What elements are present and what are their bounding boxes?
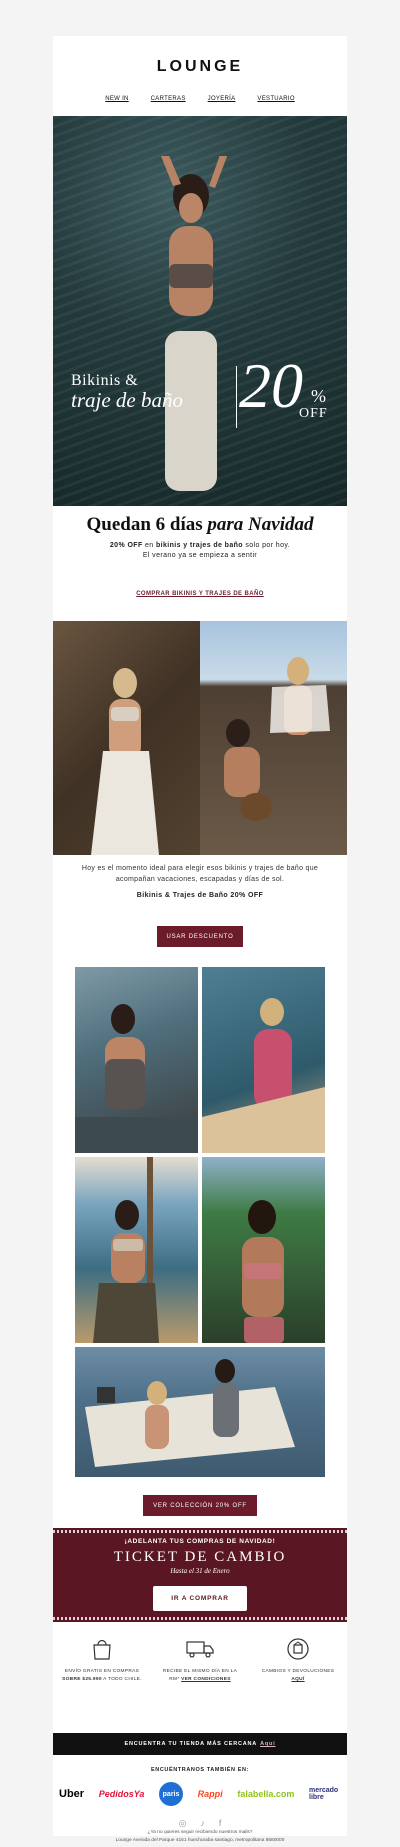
store-link[interactable]: Aquí (260, 1741, 275, 1747)
grid-photo-4[interactable] (202, 1157, 325, 1343)
grid-photo-4-illustration (242, 1200, 284, 1343)
social-links: ◎ ♪ f (53, 1818, 347, 1829)
ticket-top-text: ¡ADELANTA TUS COMPRAS DE NAVIDAD! (124, 1538, 276, 1545)
headline-italic: para Navidad (207, 514, 314, 535)
sub-line2: El verano ya se empieza a sentir (142, 552, 258, 559)
sub-part1: 20% OFF (109, 542, 143, 549)
footer: ¿Ya no quieres seguir recibiendo nuestro… (53, 1829, 347, 1845)
gift-ticket-banner: ¡ADELANTA TUS COMPRAS DE NAVIDAD! TICKET… (53, 1528, 347, 1622)
sub-part2: en (145, 542, 154, 549)
facebook-icon[interactable]: f (219, 1818, 222, 1829)
shop-bikinis-link[interactable]: COMPRAR BIKINIS Y TRAJES DE BAÑO (53, 591, 347, 597)
hero-model-image (161, 156, 228, 491)
benefit1-bold: SOBRE $25.990 (62, 1677, 102, 1682)
nav-item-new-in[interactable]: NEW IN (105, 96, 128, 102)
partner-rappi[interactable]: Rappi (198, 1789, 223, 1799)
hero-headline: Bikinis & traje de baño (71, 372, 183, 413)
footer-address: Lounge Avenida del Parque 4161 huechurab… (115, 1838, 285, 1843)
go-shop-label: IR A COMPRAR (171, 1595, 229, 1602)
view-collection-button[interactable]: VER COLECCIÓN 20% OFF (143, 1495, 257, 1516)
hero-percent-sign: % (311, 386, 326, 406)
top-nav: NEW IN CARTERAS JOYERÍA VESTUARIO (53, 96, 347, 102)
partner-uber[interactable]: Uber (59, 1788, 84, 1800)
store-locator-bar: ENCUENTRA TU TIENDA MÁS CERCANA Aquí (53, 1733, 347, 1755)
nav-item-vestuario[interactable]: VESTUARIO (257, 96, 294, 102)
grid-photo-1[interactable] (75, 967, 198, 1153)
sub-part4: solo por hoy. (245, 542, 291, 549)
ticket-edge-top (53, 1530, 347, 1533)
hero-line2: traje de baño (71, 388, 183, 412)
grid-photo-2[interactable] (202, 967, 325, 1153)
benefit3-link[interactable]: AQUÍ (291, 1677, 304, 1682)
grid-photo-1-illustration (75, 1004, 198, 1153)
ticket-date: Hasta el 31 de Enero (170, 1567, 230, 1575)
grid-photo-3-illustration (93, 1157, 159, 1343)
grid-photo-3[interactable] (75, 1157, 198, 1343)
email-container: LOUNGE NEW IN CARTERAS JOYERÍA VESTUARIO… (53, 36, 347, 1843)
use-discount-button[interactable]: USAR DESCUENTO (157, 926, 243, 947)
benefit-returns: CAMBIOS Y DEVOLUCIONES AQUÍ (253, 1636, 343, 1684)
product-photo-grid (75, 967, 325, 1477)
benefit1-rest: A TODO CHILE. (103, 1677, 142, 1682)
ticket-edge-bottom (53, 1617, 347, 1620)
tiktok-icon[interactable]: ♪ (200, 1818, 205, 1829)
grid-photo-2-illustration (202, 998, 325, 1153)
benefit2-rest: RM* (169, 1677, 180, 1682)
partner-logos: Uber PedidosYa paris Rappi falabella.com… (59, 1782, 341, 1806)
unsubscribe-text[interactable]: ¿Ya no quieres seguir recibiendo nuestro… (148, 1830, 253, 1835)
benefit3-line1: CAMBIOS Y DEVOLUCIONES (261, 1669, 335, 1674)
grid-photo-5[interactable] (75, 1347, 325, 1477)
view-collection-label: VER COLECCIÓN 20% OFF (153, 1502, 247, 1509)
model-rocks-photo[interactable] (53, 621, 200, 855)
logo-text: LOUNGE (156, 58, 244, 75)
benefit2-conditions-link[interactable]: VER CONDICIONES (181, 1677, 231, 1682)
hero-percent: 20 (239, 350, 303, 421)
body-text: Hoy es el momento ideal para elegir esos… (81, 865, 319, 883)
ticket-title: TICKET DE CAMBIO (113, 1549, 287, 1565)
partner-falabella[interactable]: falabella.com (237, 1789, 294, 1799)
promo-subtitle: 20% OFF en bikinis y trajes de baño solo… (73, 541, 327, 561)
instagram-icon[interactable]: ◎ (179, 1818, 187, 1829)
partner-paris[interactable]: paris (159, 1782, 184, 1806)
store-text: ENCUENTRA TU TIENDA MÁS CERCANA (124, 1741, 258, 1747)
benefit1-line1: ENVÍO GRATIS EN COMPRAS (64, 1669, 140, 1674)
photo-pair (53, 621, 347, 855)
delivery-truck-icon (155, 1636, 245, 1662)
shopping-bag-icon (57, 1636, 147, 1662)
benefit2-line1: RECIBE EL MISMO DÍA EN LA (162, 1669, 238, 1674)
sub-part3: bikinis y trajes de baño (155, 542, 243, 549)
brand-logo[interactable]: LOUNGE (53, 58, 347, 76)
partner-mercadolibre[interactable]: mercado libre (309, 1787, 341, 1801)
grid-photo-5-illustration (85, 1359, 295, 1467)
benefit-free-shipping: ENVÍO GRATIS EN COMPRAS SOBRE $25.990 A … (57, 1636, 147, 1684)
exchange-box-icon (253, 1636, 343, 1662)
benefits-row: ENVÍO GRATIS EN COMPRAS SOBRE $25.990 A … (53, 1636, 347, 1684)
go-shop-button[interactable]: IR A COMPRAR (153, 1586, 247, 1611)
also-find-us-title: ENCUÉNTRANOS TAMBIÉN EN: (150, 1767, 250, 1773)
nav-item-joyeria[interactable]: JOYERÍA (208, 96, 236, 102)
body-strong: Bikinis & Trajes de Baño 20% OFF (136, 892, 264, 899)
models-beach-illustration (224, 657, 330, 821)
page-title: Quedan 6 días para Navidad (53, 514, 347, 536)
hero-divider (236, 366, 237, 428)
use-discount-label: USAR DESCUENTO (166, 933, 234, 940)
hero-banner[interactable]: Bikinis & traje de baño 20 % OFF (53, 116, 347, 506)
benefit-same-day: RECIBE EL MISMO DÍA EN LA RM* VER CONDIC… (155, 1636, 245, 1684)
nav-item-carteras[interactable]: CARTERAS (151, 96, 186, 102)
hero-off: OFF (299, 406, 328, 421)
headline-plain: Quedan 6 días (86, 514, 203, 535)
partner-pedidosya[interactable]: PedidosYa (99, 1789, 145, 1799)
models-beach-photo[interactable] (200, 621, 347, 855)
model-rocks-illustration (91, 668, 159, 855)
